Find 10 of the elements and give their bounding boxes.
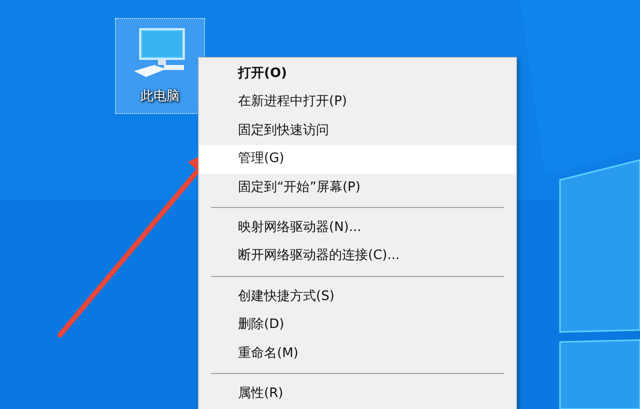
menu-item[interactable]: 映射网络驱动器(N)... — [199, 214, 516, 242]
menu-item[interactable]: 属性(R) — [199, 380, 516, 408]
computer-icon — [132, 27, 188, 79]
menu-item[interactable]: 创建快捷方式(S) — [199, 282, 516, 312]
menu-item[interactable]: 固定到“开始”屏幕(P) — [199, 174, 516, 202]
menu-item[interactable]: 断开网络驱动器的连接(C)... — [199, 242, 516, 271]
menu-item[interactable]: 删除(D) — [199, 311, 516, 340]
menu-item[interactable]: 固定到快速访问 — [199, 116, 516, 146]
menu-item[interactable]: 重命名(M) — [199, 340, 516, 368]
menu-item[interactable]: 管理(G) — [199, 145, 516, 174]
